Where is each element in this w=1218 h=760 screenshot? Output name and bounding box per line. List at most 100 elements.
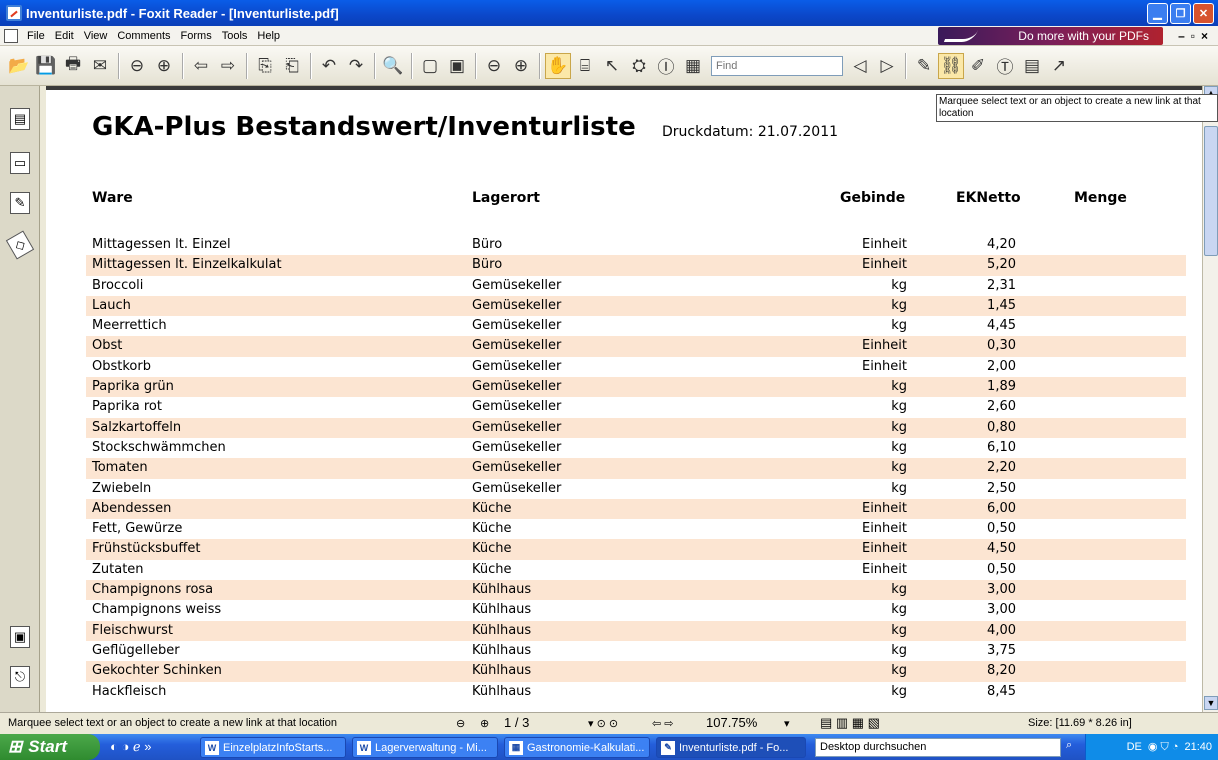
menu-edit[interactable]: Edit bbox=[50, 30, 79, 42]
select-arrow-icon[interactable]: ↖ bbox=[599, 53, 625, 79]
tray-icons[interactable]: ◉ ⛉ ◔ bbox=[1148, 740, 1179, 754]
find-next-icon[interactable]: ▷ bbox=[874, 53, 900, 79]
cell-ware: Hackfleisch bbox=[92, 683, 167, 699]
typewriter-icon[interactable]: Ⓣ bbox=[992, 53, 1018, 79]
text-viewer-icon[interactable]: Ⓘ bbox=[653, 53, 679, 79]
table-row: Salzkartoffeln Gemüsekeller kg 0,80 bbox=[86, 417, 1186, 438]
table-row: Obstkorb Gemüsekeller Einheit 2,00 bbox=[86, 357, 1186, 377]
zoom-icon[interactable]: 🔍 bbox=[380, 53, 406, 79]
vertical-scrollbar[interactable]: ▲ ▼ bbox=[1202, 86, 1218, 712]
header-gebinde: Gebinde bbox=[840, 190, 906, 206]
fit-page-icon[interactable]: ▢ bbox=[417, 53, 443, 79]
menu-forms[interactable]: Forms bbox=[176, 30, 217, 42]
zoom-in-icon[interactable]: ⊕ bbox=[508, 53, 534, 79]
first-page-icon[interactable]: ⊖ bbox=[456, 717, 465, 730]
page-size: Size: [11.69 * 8.26 in] bbox=[1028, 717, 1132, 729]
scroll-thumb[interactable] bbox=[1204, 126, 1218, 256]
cell-eknetto: 4,50 bbox=[987, 541, 1016, 557]
table-row: Zwiebeln Gemüsekeller kg 2,50 bbox=[86, 479, 1186, 499]
task-lagerverwaltung[interactable]: W Lagerverwaltung - Mi... bbox=[352, 737, 498, 758]
comment-icon[interactable]: ▤ bbox=[1019, 53, 1045, 79]
cell-lagerort: Kühlhaus bbox=[472, 683, 532, 699]
tag-icon[interactable]: ◇ bbox=[5, 230, 35, 260]
cell-eknetto: 2,00 bbox=[987, 358, 1016, 374]
cell-gebinde: kg bbox=[891, 663, 907, 679]
find-prev-icon[interactable]: ◁ bbox=[847, 53, 873, 79]
cell-lagerort: Küche bbox=[472, 561, 512, 577]
menu-view[interactable]: View bbox=[79, 30, 113, 42]
task-inventurliste[interactable]: ✎ Inventurliste.pdf - Fo... bbox=[656, 737, 806, 758]
promo-banner[interactable]: Do more with your PDFs bbox=[938, 27, 1163, 45]
back-icon[interactable]: ⇦ bbox=[188, 53, 214, 79]
cell-gebinde: Einheit bbox=[861, 237, 907, 252]
pencil-icon[interactable]: ✎ bbox=[911, 53, 937, 79]
binoculars-icon[interactable]: ⛭ bbox=[626, 53, 652, 79]
header-lagerort: Lagerort bbox=[472, 190, 541, 206]
document-menu-icon[interactable] bbox=[4, 28, 18, 43]
zoom-level[interactable]: 107.75% bbox=[706, 715, 757, 730]
menu-file[interactable]: File bbox=[22, 30, 50, 42]
bookmarks-icon[interactable]: ▤ bbox=[10, 108, 30, 130]
prev-page-icon[interactable]: ⊖ bbox=[124, 53, 150, 79]
print-icon[interactable]: 🖶 bbox=[60, 53, 86, 79]
snapshot-icon[interactable]: ▦ bbox=[680, 53, 706, 79]
cell-gebinde: kg bbox=[891, 642, 907, 658]
cell-eknetto: 3,00 bbox=[987, 582, 1016, 598]
close-button[interactable]: ✕ bbox=[1193, 3, 1214, 24]
menu-comments[interactable]: Comments bbox=[112, 30, 175, 42]
find-input[interactable] bbox=[711, 55, 843, 76]
page-indicator[interactable]: 1 / 3 bbox=[504, 715, 529, 730]
fit-width-icon[interactable]: ▣ bbox=[444, 53, 470, 79]
rotate-right-icon[interactable]: ⎗ bbox=[279, 53, 305, 79]
forward-icon[interactable]: ⇨ bbox=[215, 53, 241, 79]
cell-lagerort: Gemüsekeller bbox=[472, 399, 562, 415]
redo-icon[interactable]: ↷ bbox=[343, 53, 369, 79]
cell-lagerort: Küche bbox=[472, 500, 512, 516]
email-icon[interactable]: ✉ bbox=[87, 53, 113, 79]
next-page-icon[interactable]: ⊕ bbox=[151, 53, 177, 79]
note-icon[interactable]: ✐ bbox=[965, 53, 991, 79]
undo-icon[interactable]: ↶ bbox=[316, 53, 342, 79]
cell-lagerort: Gemüsekeller bbox=[472, 460, 562, 476]
layout-icons[interactable]: ▤ ▥ ▦ ▧ bbox=[820, 715, 880, 731]
task-label: Inventurliste.pdf - Fo... bbox=[679, 741, 789, 754]
menu-help[interactable]: Help bbox=[252, 30, 285, 42]
search-icon[interactable]: ⌕ bbox=[1066, 739, 1072, 752]
table-row: Abendessen Küche Einheit 6,00 bbox=[86, 498, 1186, 520]
cell-gebinde: Einheit bbox=[861, 541, 907, 557]
minimize-button[interactable]: ▁ bbox=[1147, 3, 1168, 24]
quicklaunch-icons[interactable]: ◐ ◑ ℯ » bbox=[110, 739, 151, 755]
zoom-dropdown-icon[interactable]: ▾ bbox=[784, 717, 790, 730]
cell-ware: Broccoli bbox=[92, 277, 144, 293]
mdi-controls[interactable]: –▫× bbox=[1178, 29, 1214, 43]
table-row: Geflügelleber Kühlhaus kg 3,75 bbox=[86, 641, 1186, 661]
scroll-down-icon[interactable]: ▼ bbox=[1204, 696, 1218, 710]
zoom-out-icon[interactable]: ⊖ bbox=[481, 53, 507, 79]
arrow-tool-icon[interactable]: ↗ bbox=[1046, 53, 1072, 79]
cell-lagerort: Büro bbox=[472, 257, 503, 273]
prev-page-status-icon[interactable]: ⊕ bbox=[480, 717, 489, 730]
hand-tool-icon[interactable]: ✋ bbox=[545, 52, 571, 79]
task-einzelplatz[interactable]: W EinzelplatzInfoStarts... bbox=[200, 737, 346, 758]
cell-ware: Salzkartoffeln bbox=[92, 419, 182, 435]
link-tool-icon[interactable]: ⛓ bbox=[938, 52, 964, 79]
save-icon[interactable]: 💾 bbox=[33, 53, 59, 79]
task-gastronomie[interactable]: ▦ Gastronomie-Kalkulati... bbox=[504, 737, 650, 758]
pages-icon[interactable]: ▭ bbox=[10, 152, 30, 174]
cell-gebinde: kg bbox=[891, 683, 907, 699]
desktop-search-input[interactable]: Desktop durchsuchen bbox=[815, 738, 1061, 757]
start-button[interactable]: ⊞ Start bbox=[0, 734, 100, 760]
layers-icon[interactable]: ✎ bbox=[10, 192, 30, 214]
view-back-forward-icons[interactable]: ⇦ ⇨ bbox=[652, 717, 674, 730]
rotate-left-icon[interactable]: ⎘ bbox=[252, 53, 278, 79]
open-icon[interactable]: 📂 bbox=[6, 53, 32, 79]
table-row: Obst Gemüsekeller Einheit 0,30 bbox=[86, 336, 1186, 357]
menu-tools[interactable]: Tools bbox=[217, 30, 253, 42]
restore-button[interactable]: ❐ bbox=[1170, 3, 1191, 24]
page-nav-icons[interactable]: ▾ ⊙ ⊙ bbox=[588, 717, 618, 730]
comments-panel-icon[interactable]: ▣ bbox=[10, 626, 30, 648]
language-indicator[interactable]: DE bbox=[1127, 741, 1142, 753]
attachments-icon[interactable]: ⎋ bbox=[10, 666, 30, 688]
cell-lagerort: Kühlhaus bbox=[472, 663, 532, 679]
select-text-icon[interactable]: ⌸ bbox=[572, 53, 598, 79]
